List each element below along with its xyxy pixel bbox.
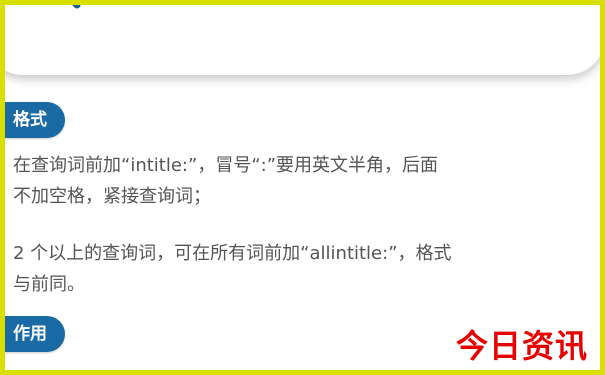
watermark-text: 今日资讯 bbox=[455, 327, 588, 365]
paragraph-line: 不加空格，紧接查询词； bbox=[13, 186, 211, 207]
search-icon[interactable] bbox=[25, 0, 85, 15]
multi-term-paragraph: 2 个以上的查询词，可在所有词前加“allintitle:”，格式 与前同。 bbox=[13, 238, 600, 300]
format-paragraph: 在查询词前加“intitle:”，冒号“:”要用英文半角，后面 不加空格，紧接查… bbox=[13, 150, 600, 212]
search-box[interactable]: intitle: bbox=[5, 0, 600, 75]
section-badge-format: 格式 bbox=[5, 102, 65, 138]
paragraph-line: 2 个以上的查询词，可在所有词前加“allintitle:”，格式 bbox=[13, 243, 452, 264]
screenshot-frame: intitle: 格式 在查询词前加“intitle:”，冒号“:”要用英文半角… bbox=[0, 0, 605, 375]
paragraph-line: 与前同。 bbox=[13, 274, 85, 295]
section-badge-purpose: 作用 bbox=[5, 316, 65, 352]
paragraph-line: 在查询词前加“intitle:”，冒号“:”要用英文半角，后面 bbox=[13, 155, 439, 176]
search-query-text[interactable]: intitle: bbox=[167, 5, 494, 15]
